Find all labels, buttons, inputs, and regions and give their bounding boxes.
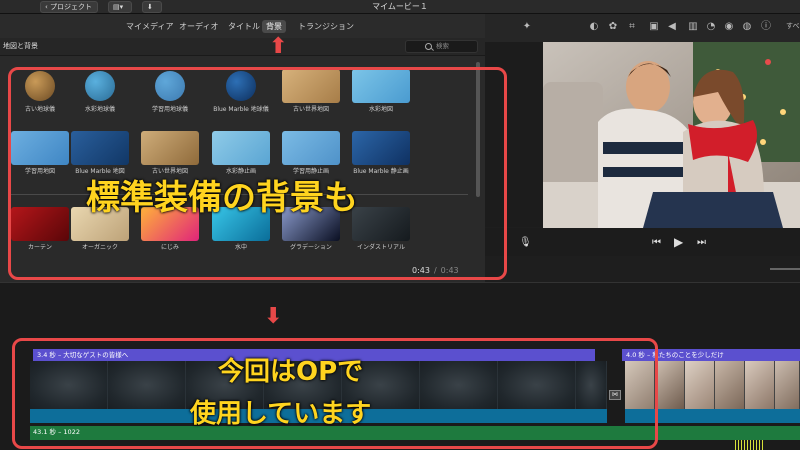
audio-waveform: [735, 440, 765, 450]
imovie-window: { "window": { "title": "マイムービー１", "back_…: [0, 0, 800, 450]
info-icon[interactable]: ⓘ: [760, 21, 772, 33]
video-frame[interactable]: [655, 361, 685, 409]
window-title: マイムービー１: [372, 2, 428, 11]
video-frame[interactable]: [685, 361, 715, 409]
color-balance-icon[interactable]: ◐: [588, 21, 600, 33]
next-icon[interactable]: ⏭: [697, 237, 706, 249]
tab-backgrounds[interactable]: 背景: [262, 20, 286, 33]
video-frame[interactable]: [745, 361, 775, 409]
clip-filter-icon[interactable]: ◍: [741, 21, 753, 33]
video-preview: [543, 42, 800, 228]
window-titlebar: ‹ プロジェクト ▤▾ ⬇ マイムービー１: [0, 0, 800, 14]
speed-icon[interactable]: ◔: [705, 21, 717, 33]
equalizer-icon[interactable]: ▥: [687, 21, 699, 33]
stabilize-icon[interactable]: ▣: [648, 21, 660, 33]
video-frame[interactable]: [715, 361, 745, 409]
arrow-down-icon: ⬇: [264, 304, 283, 329]
video-frame[interactable]: [775, 361, 800, 409]
show-all-label[interactable]: すべ: [786, 21, 800, 31]
play-icon[interactable]: ▶: [674, 236, 683, 248]
tab-my-media[interactable]: マイメディア: [122, 20, 177, 33]
caption-bottom-line1: 今回はOPで: [218, 357, 364, 387]
caption-top: 標準装備の背景も: [86, 178, 358, 218]
couple-photo: [543, 42, 800, 228]
volume-icon[interactable]: ◀: [666, 21, 678, 33]
tab-audio[interactable]: オーディオ: [175, 20, 222, 33]
browser-title: 地図と背景: [3, 42, 38, 50]
zoom-slider[interactable]: [770, 268, 800, 270]
search-placeholder: 検索: [436, 42, 449, 50]
browser-tabs: マイメディア オーディオ タイトル 背景 トランジション: [0, 14, 485, 38]
tab-titles[interactable]: タイトル: [224, 20, 264, 33]
noise-reduction-icon[interactable]: ◉: [723, 21, 735, 33]
crop-icon[interactable]: ⌗: [626, 21, 638, 33]
color-palette-icon[interactable]: ✿: [607, 21, 619, 33]
tab-transitions[interactable]: トランジション: [294, 20, 358, 33]
viewer-toolbar: ✦ ◐ ✿ ⌗ ▣ ◀ ▥ ◔ ◉ ◍ ⓘ: [485, 14, 800, 42]
browser-header: 地図と背景 検索: [0, 38, 485, 56]
search-icon: [425, 43, 432, 50]
caption-bottom-line2: 使用しています: [190, 399, 372, 429]
microphone-icon[interactable]: 🎙: [519, 237, 532, 249]
search-field[interactable]: 検索: [405, 40, 478, 53]
previous-icon[interactable]: ⏮: [652, 237, 661, 249]
arrow-up-icon: ⬆: [269, 34, 288, 59]
magic-wand-icon[interactable]: ✦: [521, 21, 533, 33]
playback-controls: 🎙 ⏮ ▶ ⏭: [485, 228, 800, 256]
